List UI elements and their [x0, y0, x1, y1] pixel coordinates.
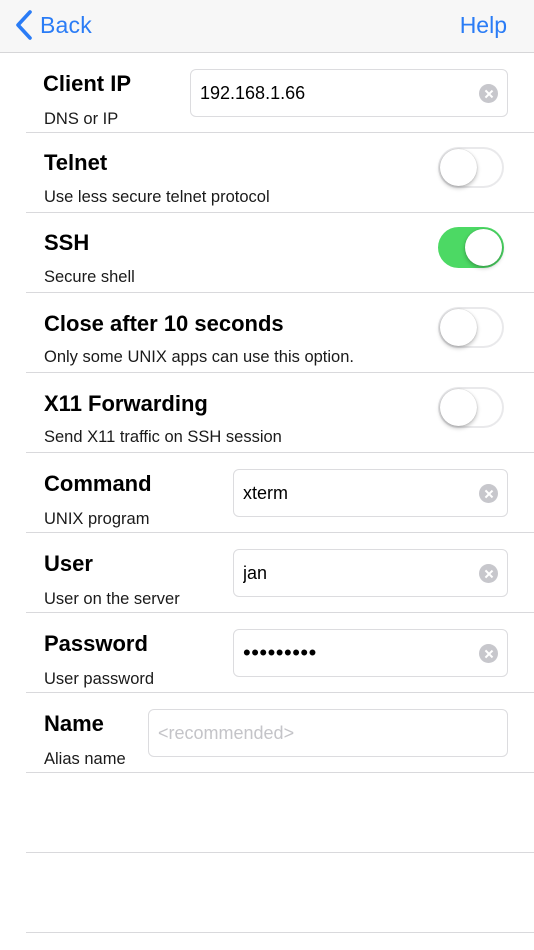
command-field[interactable] — [233, 469, 508, 517]
telnet-row: Telnet Use less secure telnet protocol — [26, 133, 534, 213]
toggle-knob — [440, 309, 477, 346]
user-field[interactable] — [233, 549, 508, 597]
x11-forwarding-row: X11 Forwarding Send X11 traffic on SSH s… — [26, 373, 534, 453]
password-row: Password User password — [26, 613, 534, 693]
toggle-knob — [465, 229, 502, 266]
name-field[interactable] — [148, 709, 508, 757]
empty-row — [26, 853, 534, 933]
password-field[interactable] — [233, 629, 508, 677]
navigation-bar: Back Help — [0, 0, 534, 53]
ssh-row: SSH Secure shell — [26, 213, 534, 293]
password-title: Password — [44, 631, 148, 656]
command-input[interactable] — [234, 470, 471, 516]
name-input[interactable] — [149, 710, 507, 756]
close-after-subtitle: Only some UNIX apps can use this option. — [44, 348, 354, 366]
command-title: Command — [44, 471, 152, 496]
toggle-knob — [440, 149, 477, 186]
x11-forwarding-title: X11 Forwarding — [44, 391, 208, 416]
command-subtitle: UNIX program — [44, 510, 150, 528]
help-button[interactable]: Help — [460, 8, 507, 42]
ssh-toggle[interactable] — [438, 227, 504, 268]
client-ip-title: Client IP — [43, 71, 132, 96]
clear-circle-icon[interactable] — [479, 644, 498, 663]
client-ip-input[interactable] — [191, 70, 471, 116]
x11-forwarding-toggle[interactable] — [438, 387, 504, 428]
telnet-title: Telnet — [44, 150, 108, 175]
user-subtitle: User on the server — [44, 590, 180, 608]
toggle-knob — [440, 389, 477, 426]
ssh-title: SSH — [44, 230, 90, 255]
back-label: Back — [40, 11, 92, 38]
client-ip-field[interactable] — [190, 69, 508, 117]
close-after-toggle[interactable] — [438, 307, 504, 348]
name-subtitle: Alias name — [44, 750, 126, 768]
chevron-left-icon — [16, 10, 32, 40]
ssh-subtitle: Secure shell — [44, 268, 135, 286]
clear-circle-icon[interactable] — [479, 484, 498, 503]
telnet-toggle[interactable] — [438, 147, 504, 188]
close-after-row: Close after 10 seconds Only some UNIX ap… — [26, 293, 534, 373]
command-row: Command UNIX program — [26, 453, 534, 533]
name-title: Name — [44, 711, 104, 736]
x11-forwarding-subtitle: Send X11 traffic on SSH session — [44, 428, 282, 446]
user-title: User — [44, 551, 93, 576]
back-button[interactable]: Back — [14, 8, 92, 42]
clear-circle-icon[interactable] — [479, 564, 498, 583]
password-subtitle: User password — [44, 670, 155, 688]
client-ip-subtitle: DNS or IP — [44, 110, 119, 128]
telnet-subtitle: Use less secure telnet protocol — [44, 188, 270, 206]
user-row: User User on the server — [26, 533, 534, 613]
password-input[interactable] — [234, 630, 471, 676]
user-input[interactable] — [234, 550, 471, 596]
client-ip-row: Client IP DNS or IP — [26, 53, 534, 133]
clear-circle-icon[interactable] — [479, 84, 498, 103]
empty-row — [26, 773, 534, 853]
close-after-title: Close after 10 seconds — [44, 311, 284, 336]
name-row: Name Alias name — [26, 693, 534, 773]
